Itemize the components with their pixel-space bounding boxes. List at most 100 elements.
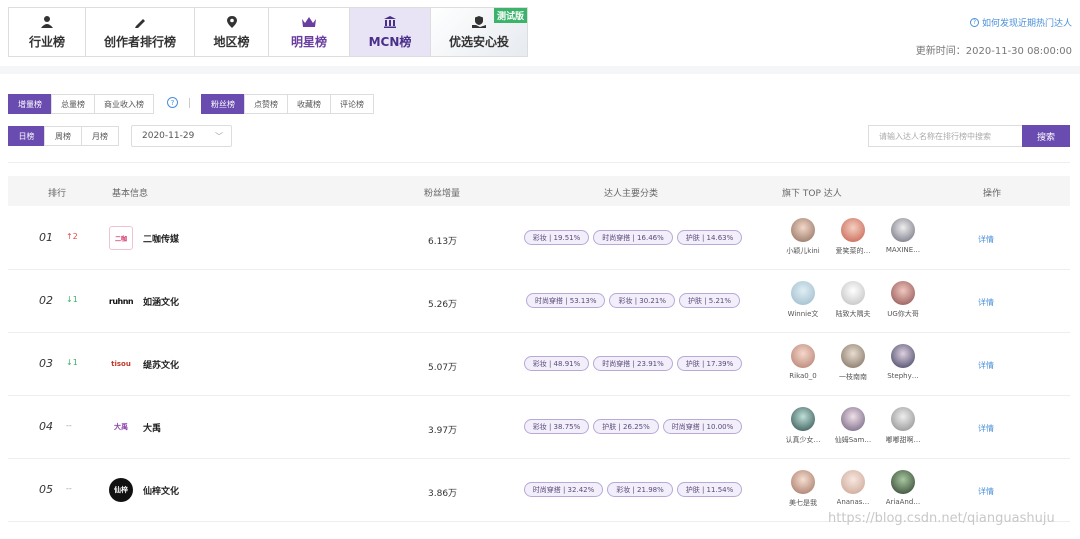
avatar[interactable] <box>891 407 915 431</box>
detail-link[interactable]: 详情 <box>978 234 994 245</box>
talent-item[interactable]: Stephy… <box>878 344 928 382</box>
avatar[interactable] <box>841 470 865 494</box>
category-tag: 时尚穿搭 | 10.00% <box>662 419 743 434</box>
rank-trend: ↓1 <box>66 358 78 367</box>
talent-name: 认真少女… <box>785 436 821 444</box>
talent-item[interactable]: 嘟嘟甜啊… <box>878 407 928 445</box>
talent-item[interactable]: 小颖儿kini <box>778 218 828 256</box>
category-tag: 护肤 | 14.63% <box>676 230 743 245</box>
type-tab-total[interactable]: 总量榜 <box>51 94 95 114</box>
talent-item[interactable]: Winnie文 <box>778 281 828 319</box>
detail-link[interactable]: 详情 <box>978 486 994 497</box>
talent-item[interactable]: Ananas… <box>828 470 878 508</box>
header-top-talents: 旗下 TOP 达人 <box>782 189 842 199</box>
mcn-name[interactable]: 缇苏文化 <box>143 358 179 371</box>
date-select[interactable]: 2020-11-29 ﹀ <box>131 125 232 147</box>
category-tag: 时尚穿搭 | 32.42% <box>523 482 604 497</box>
metric-tab-group: 粉丝榜 点赞榜 收藏榜 评论榜 <box>201 94 374 114</box>
filter-separator <box>189 98 190 108</box>
period-tab-month[interactable]: 月榜 <box>81 126 119 146</box>
avatar[interactable] <box>841 281 865 305</box>
fans-increment: 3.97万 <box>428 426 458 436</box>
top-talents: 小颖儿kini 爱笑菜的… MAXINE… <box>778 218 928 256</box>
tab-creator-ranking[interactable]: 创作者排行榜 <box>85 7 195 57</box>
tab-label: 行业榜 <box>28 35 65 49</box>
search-input[interactable]: 请输入达人名称在排行榜中搜索 <box>868 125 1023 147</box>
metric-tab-comments[interactable]: 评论榜 <box>330 94 374 114</box>
avatar[interactable] <box>891 470 915 494</box>
avatar[interactable] <box>841 218 865 242</box>
tab-preferred-investment[interactable]: 测试版 优选安心投 <box>430 7 528 57</box>
help-link-text: 如何发现近期热门达人 <box>981 19 1072 29</box>
talent-item[interactable]: 认真少女… <box>778 407 828 445</box>
avatar[interactable] <box>791 344 815 368</box>
rank-trend: -- <box>66 421 72 430</box>
talent-item[interactable]: MAXINE… <box>878 218 928 256</box>
avatar[interactable] <box>891 218 915 242</box>
avatar[interactable] <box>791 281 815 305</box>
category-tags: 彩妆 | 19.51% 时尚穿搭 | 16.46% 护肤 | 14.63% <box>508 230 758 245</box>
rank-number: 01 <box>39 231 53 244</box>
talent-item[interactable]: Rika0_0 <box>778 344 828 382</box>
watermark: https://blog.csdn.net/qianguashuju <box>828 511 1055 526</box>
talent-item[interactable]: AriaAnd… <box>878 470 928 508</box>
tab-celebrity[interactable]: 明星榜 <box>268 7 350 57</box>
talent-item[interactable]: 一枝南南 <box>828 344 878 382</box>
talent-item[interactable]: UG你大哥 <box>878 281 928 319</box>
avatar[interactable] <box>791 470 815 494</box>
category-tag: 彩妆 | 19.51% <box>523 230 590 245</box>
detail-link[interactable]: 详情 <box>978 297 994 308</box>
type-tab-increment[interactable]: 增量榜 <box>8 94 52 114</box>
search-button[interactable]: 搜索 <box>1022 125 1070 147</box>
type-tab-commercial[interactable]: 商业收入榜 <box>94 94 154 114</box>
talent-name: 一枝南南 <box>839 373 867 381</box>
filter-divider <box>8 162 1070 163</box>
period-tab-day[interactable]: 日榜 <box>8 126 45 146</box>
fans-increment: 3.86万 <box>428 489 458 499</box>
category-tags: 彩妆 | 38.75% 护肤 | 26.25% 时尚穿搭 | 10.00% <box>508 419 758 434</box>
rank-trend: -- <box>66 484 72 493</box>
talent-item[interactable]: 爱笑菜的… <box>828 218 878 256</box>
avatar[interactable] <box>791 407 815 431</box>
question-icon[interactable]: ? <box>167 97 178 108</box>
talent-item[interactable]: 陆致大隅夫 <box>828 281 878 319</box>
tab-industry[interactable]: 行业榜 <box>8 7 86 57</box>
tab-mcn[interactable]: MCN榜 <box>349 7 431 57</box>
fans-increment: 6.13万 <box>428 237 458 247</box>
avatar[interactable] <box>791 218 815 242</box>
category-tags: 时尚穿搭 | 53.13% 彩妆 | 30.21% 护肤 | 5.21% <box>508 293 758 308</box>
rank-number: 04 <box>39 420 53 433</box>
mcn-name[interactable]: 仙梓文化 <box>143 484 179 497</box>
avatar[interactable] <box>841 407 865 431</box>
category-tag: 护肤 | 5.21% <box>678 293 741 308</box>
detail-link[interactable]: 详情 <box>978 423 994 434</box>
mcn-name[interactable]: 二咖传媒 <box>143 232 179 245</box>
top-talents: 认真少女… 仙姆Sam… 嘟嘟甜啊… <box>778 407 928 445</box>
building-icon <box>382 14 398 30</box>
mcn-logo: 大禹 <box>114 423 128 431</box>
talent-item[interactable]: 美七是我 <box>778 470 828 508</box>
help-link[interactable]: ? 如何发现近期热门达人 <box>969 16 1072 29</box>
talent-item[interactable]: 仙姆Sam… <box>828 407 878 445</box>
mcn-logo: 二咖 <box>109 226 133 250</box>
tab-region[interactable]: 地区榜 <box>194 7 269 57</box>
metric-tab-fans[interactable]: 粉丝榜 <box>201 94 245 114</box>
avatar[interactable] <box>841 344 865 368</box>
tab-label: 创作者排行榜 <box>103 35 176 49</box>
detail-link[interactable]: 详情 <box>978 360 994 371</box>
metric-tab-likes[interactable]: 点赞榜 <box>244 94 288 114</box>
table-row: 03 ↓1 tisou 缇苏文化 5.07万 彩妆 | 48.91% 时尚穿搭 … <box>8 333 1070 396</box>
period-tab-week[interactable]: 周榜 <box>44 126 82 146</box>
mcn-name[interactable]: 如涵文化 <box>143 295 179 308</box>
avatar[interactable] <box>891 344 915 368</box>
category-tag: 时尚穿搭 | 16.46% <box>593 230 673 245</box>
category-tag: 时尚穿搭 | 53.13% <box>525 293 606 308</box>
talent-name: 爱笑菜的… <box>835 247 871 255</box>
talent-name: 小颖儿kini <box>786 247 820 255</box>
pen-icon <box>132 14 148 30</box>
talent-name: AriaAnd… <box>885 498 921 506</box>
avatar[interactable] <box>891 281 915 305</box>
metric-tab-favorites[interactable]: 收藏榜 <box>287 94 331 114</box>
mcn-name[interactable]: 大禹 <box>143 421 161 434</box>
table-row: 04 -- 大禹 大禹 3.97万 彩妆 | 38.75% 护肤 | 26.25… <box>8 396 1070 459</box>
